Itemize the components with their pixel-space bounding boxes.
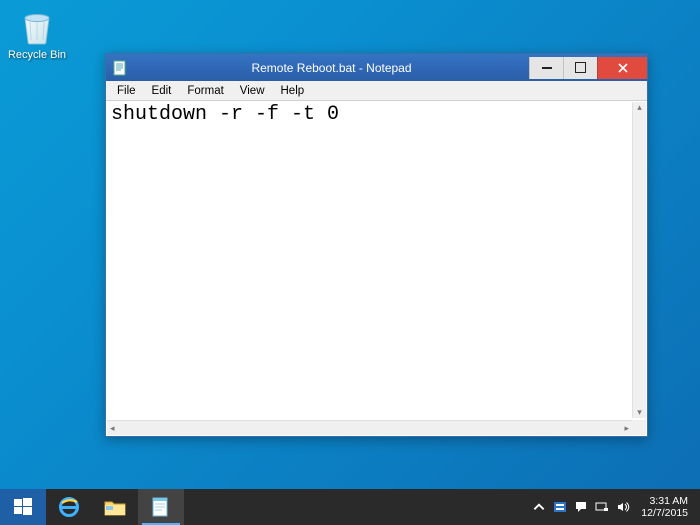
menu-edit[interactable]: Edit	[145, 83, 179, 99]
tray-action-center-icon[interactable]	[574, 500, 588, 514]
taskbar-explorer[interactable]	[92, 489, 138, 525]
windows-logo-icon	[14, 498, 32, 516]
vertical-scrollbar[interactable]: ▴ ▾	[632, 102, 646, 418]
notepad-window: Remote Reboot.bat - Notepad File Edit Fo…	[105, 53, 648, 437]
menu-view[interactable]: View	[233, 83, 272, 99]
menu-file[interactable]: File	[110, 83, 143, 99]
ie-icon	[57, 495, 81, 519]
window-title: Remote Reboot.bat - Notepad	[134, 61, 529, 75]
menu-format[interactable]: Format	[180, 83, 230, 99]
taskbar: 3:31 AM 12/7/2015	[0, 489, 700, 525]
scroll-corner	[632, 420, 646, 435]
scroll-down-icon[interactable]: ▾	[637, 407, 642, 418]
menu-help[interactable]: Help	[274, 83, 312, 99]
menubar: File Edit Format View Help	[106, 81, 647, 101]
maximize-button[interactable]	[563, 57, 597, 79]
taskbar-notepad[interactable]	[138, 489, 184, 525]
clock-date: 12/7/2015	[641, 507, 688, 519]
tray-volume-icon[interactable]	[616, 500, 630, 514]
desktop[interactable]: Recycle Bin Remote Reboot.bat - Notepad …	[0, 0, 700, 525]
scroll-right-icon[interactable]: ▸	[624, 423, 629, 434]
system-tray: 3:31 AM 12/7/2015	[524, 489, 700, 525]
start-button[interactable]	[0, 489, 46, 525]
scroll-up-icon[interactable]: ▴	[637, 102, 642, 113]
recycle-bin-label: Recycle Bin	[6, 49, 68, 61]
minimize-button[interactable]	[529, 57, 563, 79]
taskbar-clock[interactable]: 3:31 AM 12/7/2015	[637, 495, 692, 519]
scroll-left-icon[interactable]: ◂	[110, 423, 115, 434]
tray-network-icon[interactable]	[595, 500, 609, 514]
close-button[interactable]	[597, 57, 647, 79]
titlebar[interactable]: Remote Reboot.bat - Notepad	[106, 54, 647, 81]
recycle-bin-icon	[16, 4, 58, 46]
clock-time: 3:31 AM	[641, 495, 688, 507]
recycle-bin[interactable]: Recycle Bin	[6, 4, 68, 61]
horizontal-scrollbar[interactable]: ◂ ▸	[107, 420, 632, 435]
tray-security-icon[interactable]	[553, 500, 567, 514]
notepad-taskbar-icon	[150, 496, 172, 518]
tray-chevron-icon[interactable]	[532, 500, 546, 514]
editor-textarea[interactable]	[107, 102, 646, 418]
taskbar-ie[interactable]	[46, 489, 92, 525]
folder-icon	[103, 495, 127, 519]
notepad-icon	[112, 60, 128, 76]
